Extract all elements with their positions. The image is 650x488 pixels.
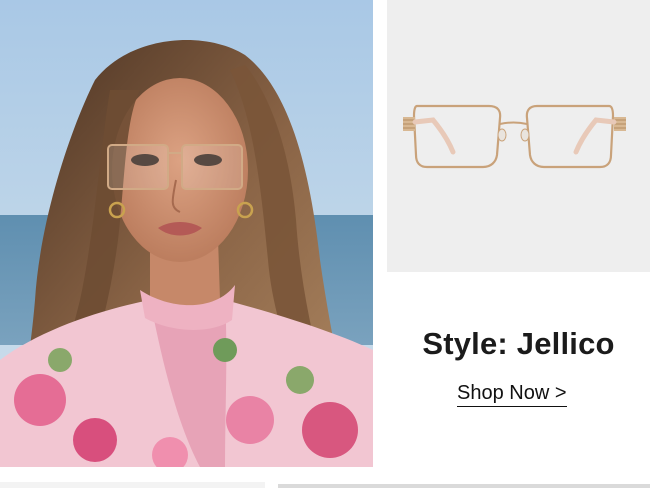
shop-now-link[interactable]: Shop Now > (457, 381, 567, 407)
bottom-divider-right (278, 484, 650, 488)
style-title: Style: Jellico (422, 326, 615, 361)
product-photo-panel (387, 0, 650, 272)
eyeglasses-product-image (403, 104, 626, 169)
model-photo (0, 0, 373, 467)
bottom-divider-left (0, 482, 265, 488)
